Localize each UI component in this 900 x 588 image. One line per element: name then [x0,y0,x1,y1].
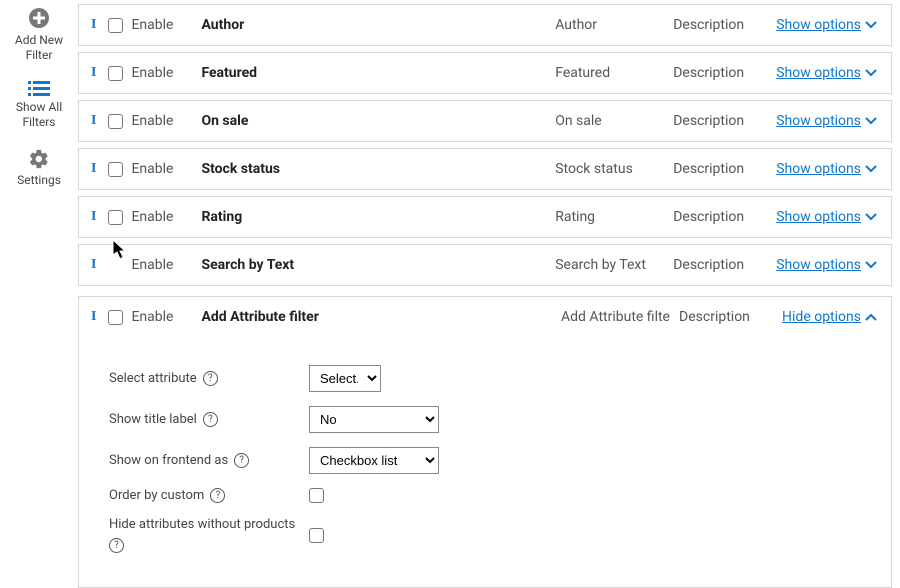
filter-title: Rating [201,209,242,225]
option-label: Show on frontend as ? [109,453,309,468]
enable-checkbox[interactable] [108,210,123,225]
gear-icon [17,148,61,170]
filter-row: I Enable Search by Text Search by Text D… [78,244,892,286]
drag-handle-icon[interactable]: I [91,257,96,273]
enable-label: Enable [131,161,173,177]
filter-title: Search by Text [201,257,294,273]
filter-row: I Enable Stock status Stock status Descr… [78,148,892,190]
filter-row: I Enable Rating Rating Description Show … [78,196,892,238]
enable-checkbox[interactable] [108,66,123,81]
filter-title: Add Attribute filter [201,309,318,325]
filter-description-text: Description [673,113,768,129]
filter-source-text: Featured [555,65,665,81]
filter-title: Stock status [201,161,280,177]
filter-row-expanded: I Enable Add Attribute filter Add Attrib… [78,296,892,588]
enable-label: Enable [131,17,173,33]
filter-source-text: Search by Text [555,257,665,273]
enable-label: Enable [131,113,173,129]
help-icon[interactable]: ? [203,412,218,427]
filter-title: Author [201,17,244,33]
filter-description-text: Description [679,309,774,325]
sidebar-label: Add NewFilter [15,33,63,63]
sidebar-label: Settings [17,173,61,188]
show-options-link[interactable]: Show options [776,257,877,273]
filter-source-text: Add Attribute filte [561,309,671,325]
option-label: Show title label ? [109,412,309,427]
filter-description-text: Description [673,17,768,33]
filter-row: I Enable On sale On sale Description Sho… [78,100,892,142]
help-icon[interactable]: ? [203,371,218,386]
help-icon[interactable]: ? [109,538,124,553]
select-attribute-dropdown[interactable]: Select... [309,365,381,392]
show-options-link[interactable]: Show options [776,17,877,33]
enable-label: Enable [131,65,173,81]
filter-description-text: Description [673,209,768,225]
sidebar-label: Show AllFilters [16,100,62,130]
enable-checkbox[interactable] [108,310,123,325]
order-by-custom-checkbox[interactable] [309,488,324,503]
enable-label: Enable [131,309,173,325]
drag-handle-icon[interactable]: I [91,309,96,325]
hide-options-link[interactable]: Hide options [782,309,877,325]
filter-description-text: Description [673,257,768,273]
filter-source-text: On sale [555,113,665,129]
list-icon [16,81,62,97]
option-label: Select attribute ? [109,371,309,386]
show-on-frontend-dropdown[interactable]: Checkbox list [309,447,439,474]
sidebar-settings[interactable]: Settings [17,148,61,188]
sidebar-add-new-filter[interactable]: Add NewFilter [15,6,63,63]
filter-title: Featured [201,65,257,81]
filter-source-text: Rating [555,209,665,225]
drag-handle-icon[interactable]: I [91,17,96,33]
sidebar-show-all-filters[interactable]: Show AllFilters [16,81,62,130]
enable-checkbox[interactable] [108,18,123,33]
enable-checkbox[interactable] [108,162,123,177]
enable-checkbox[interactable] [108,114,123,129]
filter-row: I Enable Author Author Description Show … [78,4,892,46]
filter-row: I Enable Add Attribute filter Add Attrib… [79,297,891,337]
options-panel: Select attribute ? Select... Show title … [79,337,891,587]
drag-handle-icon[interactable]: I [91,113,96,129]
enable-label: Enable [131,257,173,273]
filter-description-text: Description [673,65,768,81]
show-options-link[interactable]: Show options [776,161,877,177]
show-options-link[interactable]: Show options [776,65,877,81]
help-icon[interactable]: ? [210,488,225,503]
show-options-link[interactable]: Show options [776,113,877,129]
sidebar: Add NewFilter Show AllFilters Settings [0,0,78,588]
drag-handle-icon[interactable]: I [91,209,96,225]
option-label: Order by custom ? [109,488,309,503]
show-options-link[interactable]: Show options [776,209,877,225]
drag-handle-icon[interactable]: I [91,65,96,81]
show-title-label-dropdown[interactable]: NoYes [309,406,439,433]
plus-circle-icon [15,6,63,30]
help-icon[interactable]: ? [234,453,249,468]
filter-source-text: Author [555,17,665,33]
filter-description-text: Description [673,161,768,177]
filter-row: I Enable Featured Featured Description S… [78,52,892,94]
filter-source-text: Stock status [555,161,665,177]
enable-label: Enable [131,209,173,225]
filters-list: I Enable Author Author Description Show … [78,0,900,588]
option-label: Hide attributes without products? [109,517,309,553]
filter-title: On sale [201,113,248,129]
drag-handle-icon[interactable]: I [91,161,96,177]
hide-attributes-checkbox[interactable] [309,528,324,543]
